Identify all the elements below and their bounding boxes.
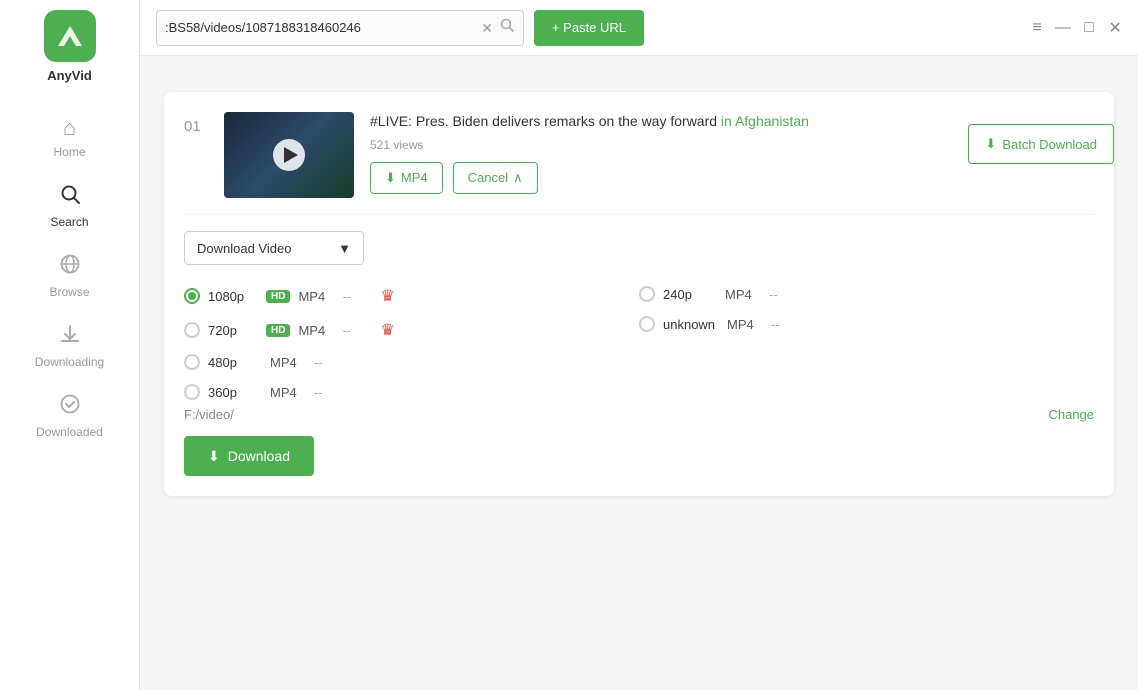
size-1080p: -- (342, 289, 372, 304)
download-button[interactable]: ⬇ Download (184, 436, 314, 476)
sidebar-item-browse[interactable]: Browse (0, 241, 139, 311)
downloading-icon (59, 323, 81, 351)
browse-icon (59, 253, 81, 281)
size-720p: -- (342, 323, 372, 338)
label-unknown: unknown (663, 317, 715, 332)
quality-right-col: 240p MP4 -- unknown MP4 -- (639, 279, 1094, 407)
cancel-button[interactable]: Cancel ∧ (453, 162, 538, 194)
quality-row-480p: 480p MP4 -- (184, 347, 639, 377)
download-type-select[interactable]: Download Video ▼ (184, 231, 364, 265)
change-path-button[interactable]: Change (1048, 407, 1094, 422)
radio-480p[interactable] (184, 354, 200, 370)
label-360p: 360p (208, 385, 258, 400)
quality-row-360p: 360p MP4 -- (184, 377, 639, 407)
play-button[interactable] (273, 139, 305, 171)
quality-columns: 1080p HD MP4 -- ♛ 720p HD MP4 -- (184, 279, 1094, 407)
video-title-highlight: in Afghanistan (717, 113, 809, 129)
close-button[interactable]: ✕ (1108, 21, 1122, 35)
minimize-button[interactable]: — (1056, 21, 1070, 35)
radio-1080p[interactable] (184, 288, 200, 304)
video-header: 01 #LIVE: Pres. Biden delivers remarks o… (184, 112, 1094, 198)
save-path-text: F:/video/ (184, 407, 234, 422)
dropdown-arrow-icon: ▼ (338, 241, 351, 256)
sidebar: AnyVid ⌂ Home Search Browse (0, 0, 140, 690)
quality-row-240p: 240p MP4 -- (639, 279, 1094, 309)
app-logo (44, 10, 96, 62)
save-path-row: F:/video/ Change (184, 407, 1094, 422)
format-240p: MP4 (725, 287, 761, 302)
cancel-label: Cancel (468, 170, 508, 185)
radio-unknown[interactable] (639, 316, 655, 332)
cancel-chevron-icon: ∧ (513, 170, 523, 186)
size-480p: -- (314, 355, 344, 370)
sidebar-label-downloaded: Downloaded (36, 425, 103, 439)
content-area: ⬇ Batch Download 01 #LIVE: Pres. Biden d… (140, 56, 1138, 690)
quality-row-1080p: 1080p HD MP4 -- ♛ (184, 279, 639, 313)
batch-download-icon: ⬇ (985, 136, 996, 152)
quality-row-unknown: unknown MP4 -- (639, 309, 1094, 339)
sidebar-label-search: Search (50, 215, 88, 229)
download-options: Download Video ▼ 1080p HD MP4 -- ♛ (184, 214, 1094, 476)
batch-download-button[interactable]: ⬇ Batch Download (968, 124, 1114, 164)
video-thumbnail[interactable] (224, 112, 354, 198)
home-icon: ⌂ (63, 115, 76, 141)
batch-download-label: Batch Download (1002, 137, 1097, 152)
mp4-label: MP4 (401, 170, 428, 185)
url-clear-button[interactable]: ✕ (481, 21, 493, 35)
download-type-label: Download Video (197, 241, 291, 256)
crown-icon-1080p: ♛ (380, 286, 394, 306)
titlebar: :BS58/videos/1087188318460246 ✕ + Paste … (140, 0, 1138, 56)
window-controls: ≡ — □ ✕ (1030, 21, 1122, 35)
menu-button[interactable]: ≡ (1030, 21, 1044, 35)
format-360p: MP4 (270, 385, 306, 400)
size-unknown: -- (771, 317, 801, 332)
radio-240p[interactable] (639, 286, 655, 302)
label-480p: 480p (208, 355, 258, 370)
maximize-button[interactable]: □ (1082, 21, 1096, 35)
downloaded-icon (59, 393, 81, 421)
size-240p: -- (769, 287, 799, 302)
sidebar-label-downloading: Downloading (35, 355, 104, 369)
app-name: AnyVid (47, 68, 92, 83)
crown-icon-720p: ♛ (380, 320, 394, 340)
sidebar-item-downloading[interactable]: Downloading (0, 311, 139, 381)
mp4-button[interactable]: ⬇ MP4 (370, 162, 443, 194)
radio-720p[interactable] (184, 322, 200, 338)
format-480p: MP4 (270, 355, 306, 370)
sidebar-label-home: Home (53, 145, 85, 159)
label-1080p: 1080p (208, 289, 258, 304)
size-360p: -- (314, 385, 344, 400)
quality-row-720p: 720p HD MP4 -- ♛ (184, 313, 639, 347)
format-1080p: MP4 (298, 289, 334, 304)
sidebar-label-browse: Browse (49, 285, 89, 299)
label-240p: 240p (663, 287, 713, 302)
download-btn-icon: ⬇ (208, 448, 220, 465)
mp4-download-icon: ⬇ (385, 170, 396, 186)
hd-badge-720p: HD (266, 324, 290, 337)
search-icon (59, 183, 81, 211)
video-number: 01 (184, 112, 208, 198)
format-720p: MP4 (298, 323, 334, 338)
hd-badge-1080p: HD (266, 290, 290, 303)
paste-url-button[interactable]: + Paste URL (534, 10, 644, 46)
download-btn-label: Download (228, 448, 290, 464)
sidebar-item-downloaded[interactable]: Downloaded (0, 381, 139, 451)
label-720p: 720p (208, 323, 258, 338)
video-title-text: #LIVE: Pres. Biden delivers remarks on t… (370, 113, 717, 129)
video-actions: ⬇ MP4 Cancel ∧ (370, 162, 1094, 194)
url-input-wrapper[interactable]: :BS58/videos/1087188318460246 ✕ (156, 10, 524, 46)
url-search-button[interactable] (499, 17, 515, 38)
radio-360p[interactable] (184, 384, 200, 400)
logo-area: AnyVid (44, 10, 96, 83)
format-unknown: MP4 (727, 317, 763, 332)
sidebar-item-search[interactable]: Search (0, 171, 139, 241)
sidebar-item-home[interactable]: ⌂ Home (0, 103, 139, 171)
main-area: :BS58/videos/1087188318460246 ✕ + Paste … (140, 0, 1138, 690)
play-triangle-icon (284, 147, 298, 163)
url-display: :BS58/videos/1087188318460246 (165, 20, 475, 35)
quality-left-col: 1080p HD MP4 -- ♛ 720p HD MP4 -- (184, 279, 639, 407)
